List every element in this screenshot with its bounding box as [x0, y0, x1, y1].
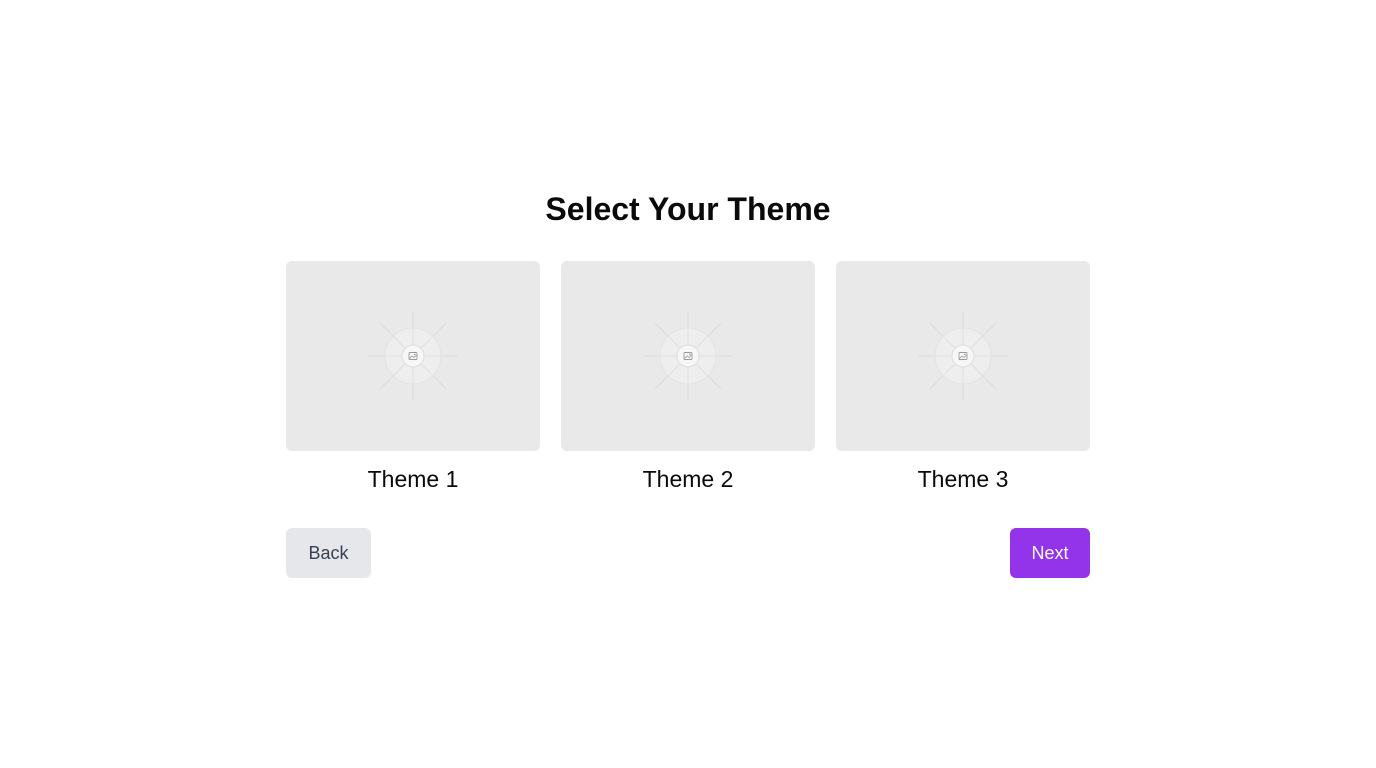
image-placeholder-icon	[643, 311, 733, 401]
theme-label: Theme 3	[917, 466, 1009, 492]
theme-preview[interactable]	[286, 261, 540, 451]
theme-card-2[interactable]: Theme 2	[561, 261, 815, 494]
theme-label: Theme 2	[642, 466, 734, 492]
theme-preview[interactable]	[561, 261, 815, 451]
theme-selection-page: Select Your Theme Theme 1 Theme 2 Theme …	[0, 0, 1376, 768]
theme-card-3[interactable]: Theme 3	[836, 261, 1090, 494]
theme-card-1[interactable]: Theme 1	[286, 261, 540, 494]
back-button[interactable]: Back	[286, 528, 371, 578]
theme-list: Theme 1 Theme 2 Theme 3	[286, 261, 1090, 494]
theme-preview[interactable]	[836, 261, 1090, 451]
theme-label: Theme 1	[367, 466, 459, 492]
image-placeholder-icon	[368, 311, 458, 401]
page-title: Select Your Theme	[545, 191, 831, 227]
next-button[interactable]: Next	[1010, 528, 1090, 578]
image-placeholder-icon	[918, 311, 1008, 401]
